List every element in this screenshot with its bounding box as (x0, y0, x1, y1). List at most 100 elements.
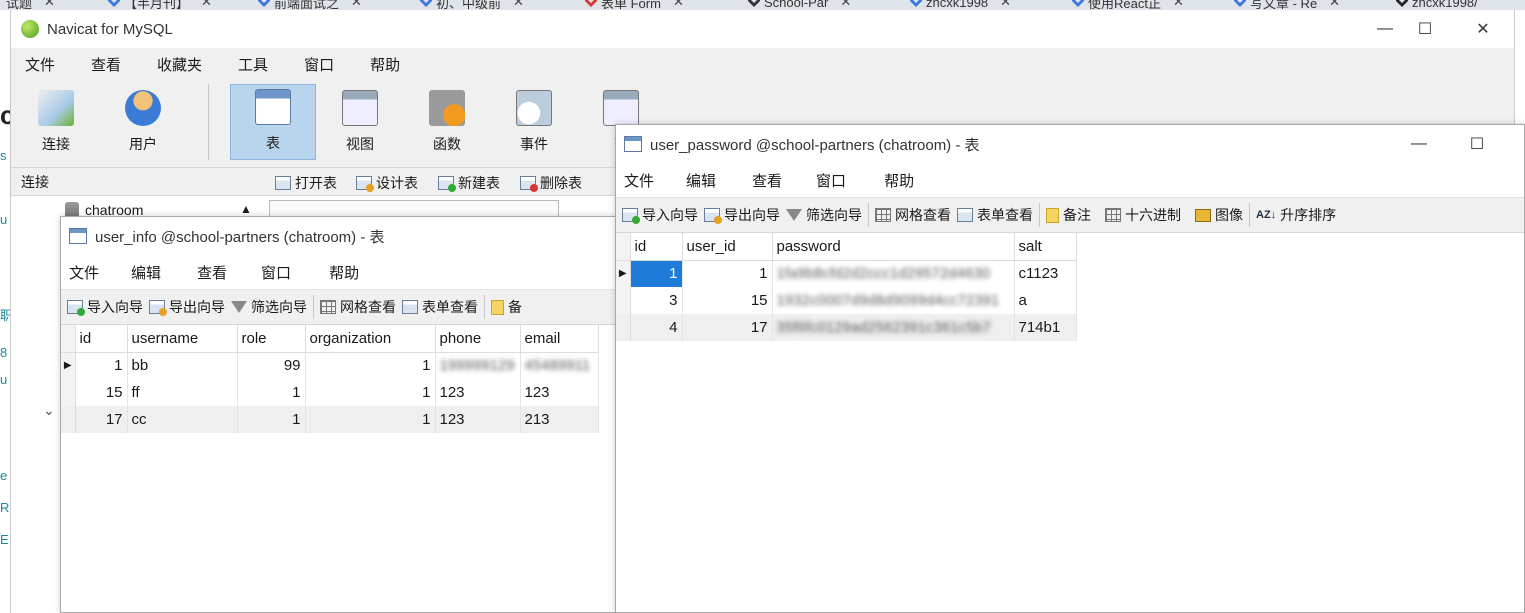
menu-file[interactable]: 文件 (11, 54, 69, 75)
open-table-button[interactable]: 打开表 (275, 173, 337, 193)
column-header-user-id[interactable]: user_id (682, 233, 773, 261)
browser-tab[interactable]: School-Par ✕ (748, 0, 851, 10)
menu-help[interactable]: 帮助 (323, 262, 365, 283)
cell-phone[interactable]: 199999129 (435, 352, 521, 379)
menu-window[interactable]: 窗口 (290, 54, 348, 75)
cell-organization[interactable]: 1 (305, 379, 436, 406)
maximize-button[interactable]: ☐ (1396, 10, 1454, 48)
table-row[interactable]: 15 ff 1 1 123 123 (61, 379, 599, 406)
cell-password[interactable]: 35f6fc0129ad2562391c361c5b7 (772, 314, 1015, 341)
design-table-button[interactable]: 设计表 (356, 173, 418, 193)
menu-window[interactable]: 窗口 (810, 170, 852, 191)
cell-user-id[interactable]: 15 (682, 287, 773, 314)
chevron-down-icon[interactable]: ⌄ (43, 402, 55, 419)
cell-id[interactable]: 4 (630, 314, 683, 341)
column-header-email[interactable]: email (520, 325, 599, 353)
image-button[interactable]: 图像 (1195, 205, 1243, 225)
new-table-button[interactable]: 新建表 (438, 173, 500, 193)
menu-help[interactable]: 帮助 (356, 54, 414, 75)
cell-password[interactable]: 1932c0007d9d8d9099d4cc72391 (772, 287, 1015, 314)
cell-id[interactable]: 1 (630, 260, 683, 287)
cell-username[interactable]: ff (127, 379, 238, 406)
toolbar-event-button[interactable]: 事件 (491, 84, 577, 160)
browser-tab[interactable]: 初、中级前 ✕ (420, 0, 524, 10)
toolbar-table-button[interactable]: 表 (230, 84, 316, 160)
cell-organization[interactable]: 1 (305, 406, 436, 433)
toolbar-connection-button[interactable]: 连接 (13, 84, 99, 160)
form-view-button[interactable]: 表单查看 (957, 205, 1033, 225)
column-header-organization[interactable]: organization (305, 325, 436, 353)
cell-id[interactable]: 15 (75, 379, 128, 406)
filter-wizard-button[interactable]: 筛选向导 (231, 297, 307, 317)
close-icon[interactable]: ✕ (840, 0, 851, 10)
column-header-phone[interactable]: phone (435, 325, 521, 353)
cell-user-id[interactable]: 17 (682, 314, 773, 341)
browser-tab[interactable]: zhcxk1998/ (1396, 0, 1478, 10)
close-icon[interactable]: ✕ (1000, 0, 1011, 10)
browser-tab[interactable]: 使用React正 ✕ (1072, 0, 1184, 10)
minimize-button[interactable]: — (1390, 125, 1448, 163)
close-icon[interactable]: ✕ (1173, 0, 1184, 10)
form-view-button[interactable]: 表单查看 (402, 297, 478, 317)
cell-id[interactable]: 17 (75, 406, 128, 433)
column-header-salt[interactable]: salt (1014, 233, 1077, 261)
cell-password[interactable]: 1fa9b8cfd2d2ccc1d29572d4630 (772, 260, 1015, 287)
table-row[interactable]: 3 15 1932c0007d9d8d9099d4cc72391 a (616, 287, 1077, 314)
export-wizard-button[interactable]: 导出向导 (704, 205, 780, 225)
import-wizard-button[interactable]: 导入向导 (67, 297, 143, 317)
maximize-button[interactable]: ☐ (1448, 125, 1506, 163)
close-button[interactable]: ✕ (1454, 10, 1512, 48)
close-icon[interactable]: ✕ (201, 0, 212, 10)
menu-favorites[interactable]: 收藏夹 (143, 54, 216, 75)
browser-tab[interactable]: zhcxk1998 ✕ (910, 0, 1011, 10)
export-wizard-button[interactable]: 导出向导 (149, 297, 225, 317)
column-header-role[interactable]: role (237, 325, 306, 353)
cell-user-id[interactable]: 1 (682, 260, 773, 287)
cell-salt[interactable]: 714b1 (1014, 314, 1077, 341)
grid-view-button[interactable]: 网格查看 (320, 297, 396, 317)
cell-id[interactable]: 1 (75, 352, 128, 379)
close-icon[interactable]: ✕ (513, 0, 524, 10)
hex-button[interactable]: 十六进制 (1105, 205, 1181, 225)
memo-button[interactable]: 备 (491, 297, 522, 317)
menu-tools[interactable]: 工具 (224, 54, 282, 75)
toolbar-user-button[interactable]: 用户 (100, 84, 186, 160)
close-icon[interactable]: ✕ (44, 0, 55, 10)
table-row[interactable]: 4 17 35f6fc0129ad2562391c361c5b7 714b1 (616, 314, 1077, 341)
cell-username[interactable]: cc (127, 406, 238, 433)
cell-email[interactable]: 45489911 (520, 352, 599, 379)
browser-tab[interactable]: 前端面试之 ✕ (258, 0, 362, 10)
scroll-up-arrow[interactable]: ▲ (240, 202, 252, 216)
column-header-username[interactable]: username (127, 325, 238, 353)
browser-tab[interactable]: 写文章 - Re ✕ (1234, 0, 1340, 10)
close-icon[interactable]: ✕ (351, 0, 362, 10)
table-row[interactable]: 17 cc 1 1 123 213 (61, 406, 599, 433)
browser-tab[interactable]: 【半月刊】 ✕ (108, 0, 212, 10)
cell-id[interactable]: 3 (630, 287, 683, 314)
delete-table-button[interactable]: 删除表 (520, 173, 582, 193)
menu-edit[interactable]: 编辑 (680, 170, 722, 191)
cell-role[interactable]: 1 (237, 406, 306, 433)
cell-email[interactable]: 213 (520, 406, 599, 433)
sort-ascending-button[interactable]: AZ↓ 升序排序 (1256, 205, 1336, 225)
table-row[interactable]: ▶ 1 1 1fa9b8cfd2d2ccc1d29572d4630 c1123 (616, 260, 1077, 287)
column-header-id[interactable]: id (75, 325, 128, 353)
close-icon[interactable]: ✕ (673, 0, 684, 10)
cell-email[interactable]: 123 (520, 379, 599, 406)
cell-role[interactable]: 99 (237, 352, 306, 379)
cell-organization[interactable]: 1 (305, 352, 436, 379)
menu-window[interactable]: 窗口 (255, 262, 297, 283)
menu-file[interactable]: 文件 (63, 262, 105, 283)
menu-help[interactable]: 帮助 (878, 170, 920, 191)
toolbar-view-button[interactable]: 视图 (317, 84, 403, 160)
cell-phone[interactable]: 123 (435, 379, 521, 406)
cell-phone[interactable]: 123 (435, 406, 521, 433)
cell-username[interactable]: bb (127, 352, 238, 379)
filter-wizard-button[interactable]: 筛选向导 (786, 205, 862, 225)
grid-view-button[interactable]: 网格查看 (875, 205, 951, 225)
import-wizard-button[interactable]: 导入向导 (622, 205, 698, 225)
close-icon[interactable]: ✕ (1329, 0, 1340, 10)
menu-view[interactable]: 查看 (746, 170, 788, 191)
column-header-id[interactable]: id (630, 233, 683, 261)
toolbar-function-button[interactable]: 函数 (404, 84, 490, 160)
